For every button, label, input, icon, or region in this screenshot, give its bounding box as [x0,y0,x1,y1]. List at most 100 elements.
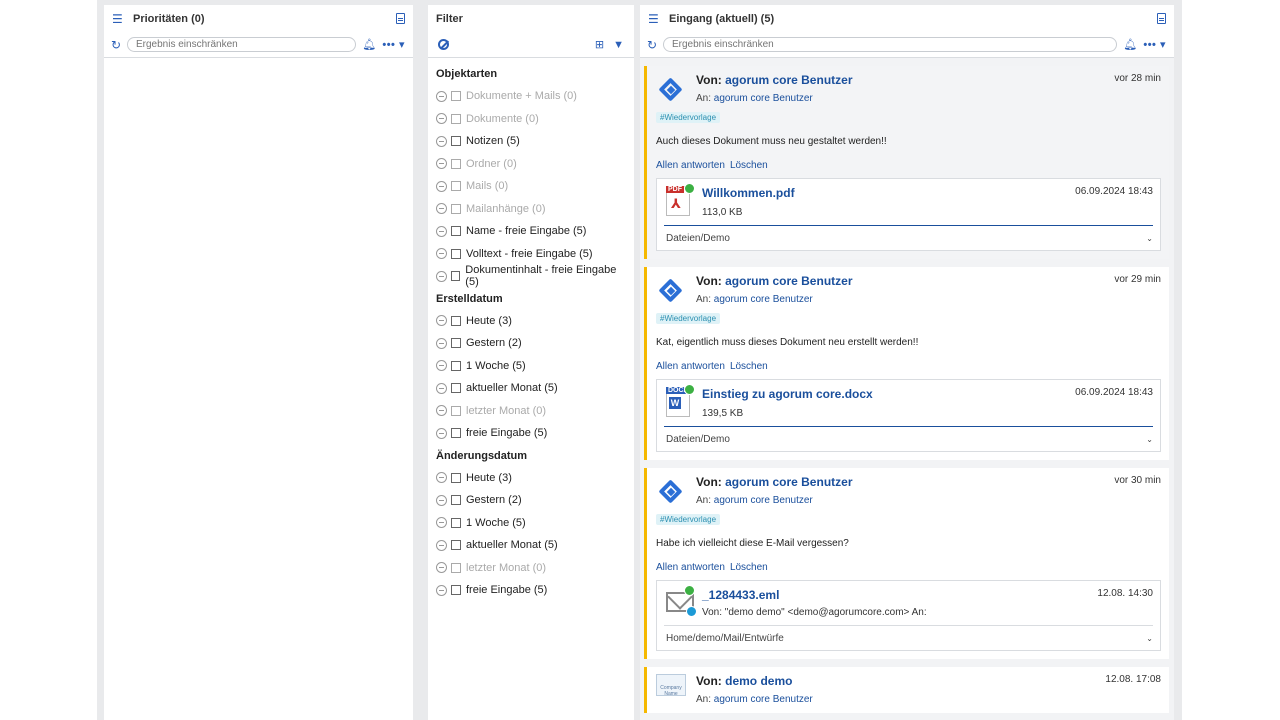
filter-item[interactable]: Mails (0) [436,175,626,198]
exclude-icon[interactable] [436,360,447,372]
filter-checkbox[interactable] [451,562,461,573]
filter-item[interactable]: 1 Woche (5) [436,512,626,535]
filter-item[interactable]: Ordner (0) [436,153,626,176]
chevron-down-icon[interactable]: ⌄ [1146,234,1153,243]
filter-settings-icon[interactable]: ⊞ [595,38,604,51]
filter-checkbox[interactable] [451,91,461,102]
attachment-name[interactable]: Willkommen.pdf [702,186,1075,200]
sender-link[interactable]: agorum core Benutzer [725,274,852,288]
exclude-icon[interactable] [436,382,447,394]
filter-item[interactable]: freie Eingabe (5) [436,422,626,445]
filter-checkbox[interactable] [451,428,461,439]
filter-item[interactable]: aktueller Monat (5) [436,377,626,400]
exclude-icon[interactable] [436,405,447,417]
tag-badge[interactable]: #Wiedervorlage [656,112,721,123]
delete-link[interactable]: Löschen [730,361,768,372]
exclude-icon[interactable] [436,135,447,147]
more-options-icon[interactable]: ••• ▾ [1143,38,1166,51]
filter-checkbox[interactable] [451,203,461,214]
filter-item[interactable]: Gestern (2) [436,489,626,512]
filter-checkbox[interactable] [451,517,461,528]
exclude-icon[interactable] [436,270,447,282]
filter-checkbox[interactable] [451,315,461,326]
filter-checkbox[interactable] [451,540,461,551]
sender-link[interactable]: demo demo [725,674,792,688]
recipient-link[interactable]: agorum core Benutzer [714,694,813,705]
filter-item[interactable]: letzter Monat (0) [436,557,626,580]
sender-link[interactable]: agorum core Benutzer [725,73,852,87]
exclude-icon[interactable] [436,225,447,237]
attachment-card[interactable]: DOCX W Einstieg zu agorum core.docx 139,5 K… [656,379,1161,452]
filter-checkbox[interactable] [451,495,461,506]
filter-checkbox[interactable] [451,338,461,349]
sender-link[interactable]: agorum core Benutzer [725,475,852,489]
hamburger-menu-icon[interactable]: ☰ [648,12,660,26]
message-card[interactable]: Company Name Von: demo demo An: agorum cor… [644,667,1169,713]
bell-icon[interactable]: 🔔︎ [1123,38,1137,51]
filter-item[interactable]: Mailanhänge (0) [436,198,626,221]
message-card[interactable]: Von: agorum core Benutzer An: agorum core… [644,66,1169,259]
bell-icon[interactable]: 🔔︎ [362,38,376,51]
attachment-footer[interactable]: Dateien/Demo ⌄ [666,226,1153,250]
delete-link[interactable]: Löschen [730,562,768,573]
attachment-card[interactable]: _1284433.eml Von: "demo demo" <demo@agoru… [656,580,1161,651]
reply-all-link[interactable]: Allen antworten [656,160,725,171]
filter-checkbox[interactable] [451,248,461,259]
filter-item[interactable]: Heute (3) [436,467,626,490]
filter-checkbox[interactable] [451,158,461,169]
filter-checkbox[interactable] [451,405,461,416]
exclude-icon[interactable] [436,203,447,215]
reply-all-link[interactable]: Allen antworten [656,361,725,372]
filter-checkbox[interactable] [451,181,461,192]
attachment-name[interactable]: _1284433.eml [702,588,1097,602]
message-feed[interactable]: Von: agorum core Benutzer An: agorum core… [640,58,1174,720]
refresh-icon[interactable]: ↻ [111,38,127,52]
exclude-icon[interactable] [436,158,447,170]
funnel-icon[interactable]: ▼ [613,39,624,51]
filter-checkbox[interactable] [450,271,461,282]
filter-item[interactable]: Volltext - freie Eingabe (5) [436,243,626,266]
exclude-icon[interactable] [436,427,447,439]
attachment-name[interactable]: Einstieg zu agorum core.docx [702,387,1075,401]
exclude-icon[interactable] [436,315,447,327]
refresh-icon[interactable]: ↻ [647,38,663,52]
attachment-card[interactable]: PDF ⅄ Willkommen.pdf 113,0 KB 06.09.2024 18:… [656,178,1161,251]
inbox-search-input[interactable] [663,37,1118,52]
exclude-icon[interactable] [436,584,447,596]
filter-item[interactable]: 1 Woche (5) [436,355,626,378]
filter-checkbox[interactable] [451,383,461,394]
filter-item[interactable]: letzter Monat (0) [436,400,626,423]
filter-checkbox[interactable] [451,472,461,483]
filter-item[interactable]: Dokumente (0) [436,108,626,131]
filter-item[interactable]: Gestern (2) [436,332,626,355]
tag-badge[interactable]: #Wiedervorlage [656,313,721,324]
attachment-footer[interactable]: Dateien/Demo ⌄ [666,427,1153,451]
filter-checkbox[interactable] [451,113,461,124]
filter-item[interactable]: freie Eingabe (5) [436,579,626,602]
priorities-search-input[interactable] [127,37,357,52]
clear-filter-icon[interactable] [438,39,449,50]
filter-item[interactable]: aktueller Monat (5) [436,534,626,557]
exclude-icon[interactable] [436,180,447,192]
chevron-down-icon[interactable]: ⌄ [1146,435,1153,444]
filter-item[interactable]: Heute (3) [436,310,626,333]
exclude-icon[interactable] [436,248,447,260]
more-options-icon[interactable]: ••• ▾ [382,38,405,51]
exclude-icon[interactable] [436,562,447,574]
filter-checkbox[interactable] [451,585,461,596]
filter-item[interactable]: Dokumente + Mails (0) [436,85,626,108]
hamburger-menu-icon[interactable]: ☰ [112,12,124,26]
delete-link[interactable]: Löschen [730,160,768,171]
exclude-icon[interactable] [436,494,447,506]
filter-checkbox[interactable] [451,360,461,371]
exclude-icon[interactable] [436,539,447,551]
exclude-icon[interactable] [436,113,447,125]
recipient-link[interactable]: agorum core Benutzer [714,294,813,305]
exclude-icon[interactable] [436,90,447,102]
filter-checkbox[interactable] [451,136,461,147]
message-card[interactable]: Von: agorum core Benutzer An: agorum core… [644,267,1169,460]
recipient-link[interactable]: agorum core Benutzer [714,93,813,104]
recipient-link[interactable]: agorum core Benutzer [714,495,813,506]
exclude-icon[interactable] [436,517,447,529]
exclude-icon[interactable] [436,472,447,484]
